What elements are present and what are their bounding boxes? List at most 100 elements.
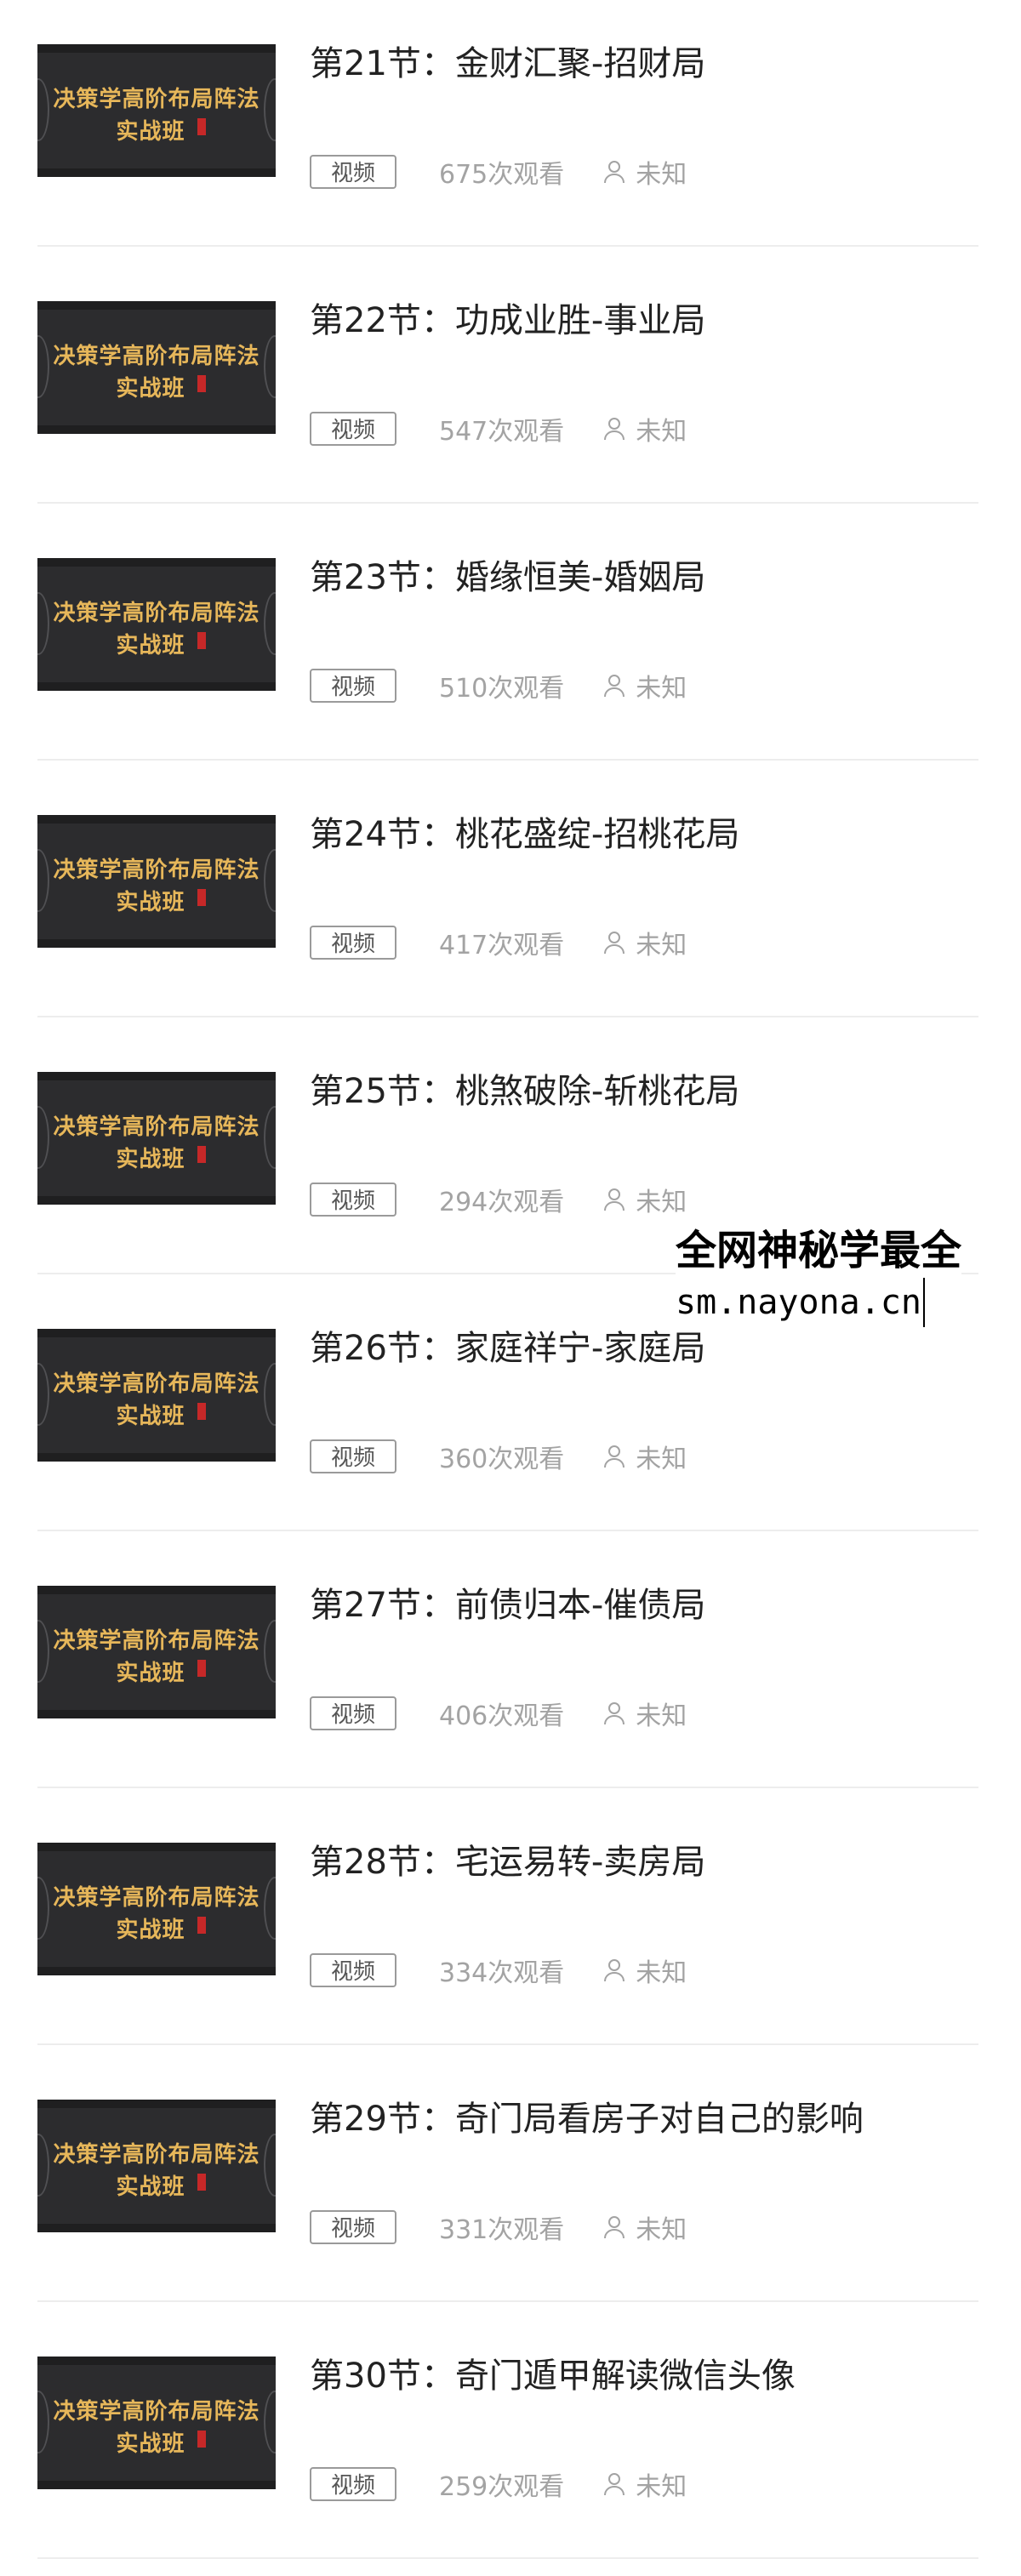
lesson-thumbnail[interactable]: 决策学高阶布局阵法 实战班 <box>37 558 276 691</box>
thumbnail-title: 决策学高阶布局阵法 <box>53 2142 260 2168</box>
lesson-item[interactable]: 决策学高阶布局阵法 实战班 第21节：金财汇聚-招财局 视频 675次观看 未知 <box>0 0 1021 247</box>
divider <box>37 2557 978 2559</box>
view-count: 547次观看 <box>439 417 565 447</box>
thumbnail-subtitle: 实战班 <box>116 633 185 658</box>
seal-stamp <box>197 1403 206 1420</box>
lesson-thumbnail[interactable]: 决策学高阶布局阵法 实战班 <box>37 2100 276 2232</box>
seal-stamp <box>197 375 206 392</box>
author-name: 未知 <box>636 1188 687 1217</box>
author-info: 未知 <box>603 153 687 191</box>
thumbnail-title: 决策学高阶布局阵法 <box>53 1371 260 1397</box>
lesson-thumbnail[interactable]: 决策学高阶布局阵法 实战班 <box>37 1843 276 1975</box>
thumbnail-subtitle: 实战班 <box>116 1918 185 1943</box>
person-icon <box>604 1188 625 1211</box>
thumbnail-title: 决策学高阶布局阵法 <box>53 601 260 626</box>
thumbnail-subtitle: 实战班 <box>116 2431 185 2457</box>
type-badge: 视频 <box>310 2467 396 2501</box>
lesson-item[interactable]: 决策学高阶布局阵法 实战班 第23节：婚缘恒美-婚姻局 视频 510次观看 未知 <box>0 504 1021 761</box>
author-info: 未知 <box>603 667 687 704</box>
author-name: 未知 <box>636 160 687 190</box>
view-count: 406次观看 <box>439 1701 565 1731</box>
lesson-title[interactable]: 第26节：家庭祥宁-家庭局 <box>310 1320 705 1370</box>
lesson-item[interactable]: 决策学高阶布局阵法 实战班 第22节：功成业胜-事业局 视频 547次观看 未知 <box>0 247 1021 504</box>
author-info: 未知 <box>603 2208 687 2246</box>
thumbnail-title: 决策学高阶布局阵法 <box>53 2399 260 2425</box>
author-name: 未知 <box>636 931 687 960</box>
type-badge: 视频 <box>310 926 396 960</box>
lesson-title[interactable]: 第23节：婚缘恒美-婚姻局 <box>310 550 705 599</box>
type-badge: 视频 <box>310 669 396 703</box>
seal-stamp <box>197 2174 206 2191</box>
seal-stamp <box>197 1660 206 1677</box>
author-name: 未知 <box>636 417 687 447</box>
seal-stamp <box>197 1146 206 1163</box>
lesson-thumbnail[interactable]: 决策学高阶布局阵法 实战班 <box>37 2357 276 2489</box>
lesson-meta: 视频 331次观看 未知 <box>310 2208 687 2246</box>
lesson-title[interactable]: 第25节：桃煞破除-斩桃花局 <box>310 1063 739 1113</box>
lesson-item[interactable]: 决策学高阶布局阵法 实战班 第24节：桃花盛绽-招桃花局 视频 417次观看 未… <box>0 761 1021 1017</box>
lesson-title[interactable]: 第30节：奇门遁甲解读微信头像 <box>310 2348 796 2397</box>
thumbnail-title: 决策学高阶布局阵法 <box>53 87 260 112</box>
lesson-meta: 视频 510次观看 未知 <box>310 667 687 704</box>
seal-stamp <box>197 632 206 649</box>
seal-stamp <box>197 118 206 135</box>
lesson-item[interactable]: 决策学高阶布局阵法 实战班 第29节：奇门局看房子对自己的影响 视频 331次观… <box>0 2045 1021 2302</box>
thumbnail-subtitle: 实战班 <box>116 1147 185 1172</box>
lesson-title[interactable]: 第29节：奇门局看房子对自己的影响 <box>310 2091 864 2140</box>
lesson-thumbnail[interactable]: 决策学高阶布局阵法 实战班 <box>37 815 276 948</box>
person-icon <box>604 2473 625 2496</box>
lesson-meta: 视频 675次观看 未知 <box>310 153 687 191</box>
person-icon <box>604 1959 625 1982</box>
author-info: 未知 <box>603 924 687 961</box>
thumbnail-subtitle: 实战班 <box>116 1404 185 1429</box>
type-badge: 视频 <box>310 412 396 446</box>
type-badge: 视频 <box>310 2210 396 2244</box>
lesson-meta: 视频 417次观看 未知 <box>310 924 687 961</box>
lesson-title[interactable]: 第22节：功成业胜-事业局 <box>310 293 705 342</box>
lesson-item[interactable]: 决策学高阶布局阵法 实战班 第30节：奇门遁甲解读微信头像 视频 259次观看 … <box>0 2302 1021 2559</box>
view-count: 259次观看 <box>439 2472 565 2502</box>
author-info: 未知 <box>603 410 687 447</box>
watermark: 全网神秘学最全 sm.nayona.cn <box>676 1223 962 1327</box>
lesson-thumbnail[interactable]: 决策学高阶布局阵法 实战班 <box>37 1586 276 1718</box>
view-count: 360次观看 <box>439 1445 565 1474</box>
lesson-thumbnail[interactable]: 决策学高阶布局阵法 实战班 <box>37 44 276 177</box>
type-badge: 视频 <box>310 1953 396 1987</box>
lesson-meta: 视频 360次观看 未知 <box>310 1438 687 1475</box>
lesson-title[interactable]: 第27节：前债归本-催债局 <box>310 1577 705 1627</box>
seal-stamp <box>197 889 206 906</box>
type-badge: 视频 <box>310 1696 396 1730</box>
lesson-item[interactable]: 决策学高阶布局阵法 实战班 第27节：前债归本-催债局 视频 406次观看 未知 <box>0 1531 1021 1788</box>
view-count: 331次观看 <box>439 2215 565 2245</box>
thumbnail-subtitle: 实战班 <box>116 119 185 145</box>
lesson-title[interactable]: 第28节：宅运易转-卖房局 <box>310 1834 705 1884</box>
author-name: 未知 <box>636 2472 687 2502</box>
view-count: 675次观看 <box>439 160 565 190</box>
lesson-item[interactable]: 决策学高阶布局阵法 实战班 第28节：宅运易转-卖房局 视频 334次观看 未知 <box>0 1788 1021 2045</box>
lesson-title[interactable]: 第24节：桃花盛绽-招桃花局 <box>310 806 739 856</box>
person-icon <box>604 932 625 955</box>
author-name: 未知 <box>636 674 687 704</box>
author-name: 未知 <box>636 2215 687 2245</box>
thumbnail-subtitle: 实战班 <box>116 1661 185 1686</box>
thumbnail-title: 决策学高阶布局阵法 <box>53 1628 260 1654</box>
view-count: 334次观看 <box>439 1958 565 1988</box>
thumbnail-subtitle: 实战班 <box>116 376 185 402</box>
author-info: 未知 <box>603 1181 687 1218</box>
thumbnail-title: 决策学高阶布局阵法 <box>53 858 260 883</box>
lesson-meta: 视频 259次观看 未知 <box>310 2465 687 2503</box>
lesson-thumbnail[interactable]: 决策学高阶布局阵法 实战班 <box>37 301 276 434</box>
watermark-text: 全网神秘学最全 <box>676 1227 962 1274</box>
view-count: 510次观看 <box>439 674 565 704</box>
lesson-thumbnail[interactable]: 决策学高阶布局阵法 实战班 <box>37 1329 276 1462</box>
lesson-meta: 视频 334次观看 未知 <box>310 1952 687 1989</box>
author-name: 未知 <box>636 1958 687 1988</box>
author-info: 未知 <box>603 2465 687 2503</box>
watermark-url: sm.nayona.cn <box>676 1278 925 1327</box>
person-icon <box>604 1702 625 1725</box>
lesson-title[interactable]: 第21节：金财汇聚-招财局 <box>310 36 705 85</box>
thumbnail-title: 决策学高阶布局阵法 <box>53 1885 260 1911</box>
lesson-meta: 视频 294次观看 未知 <box>310 1181 687 1218</box>
person-icon <box>604 418 625 441</box>
lesson-thumbnail[interactable]: 决策学高阶布局阵法 实战班 <box>37 1072 276 1205</box>
